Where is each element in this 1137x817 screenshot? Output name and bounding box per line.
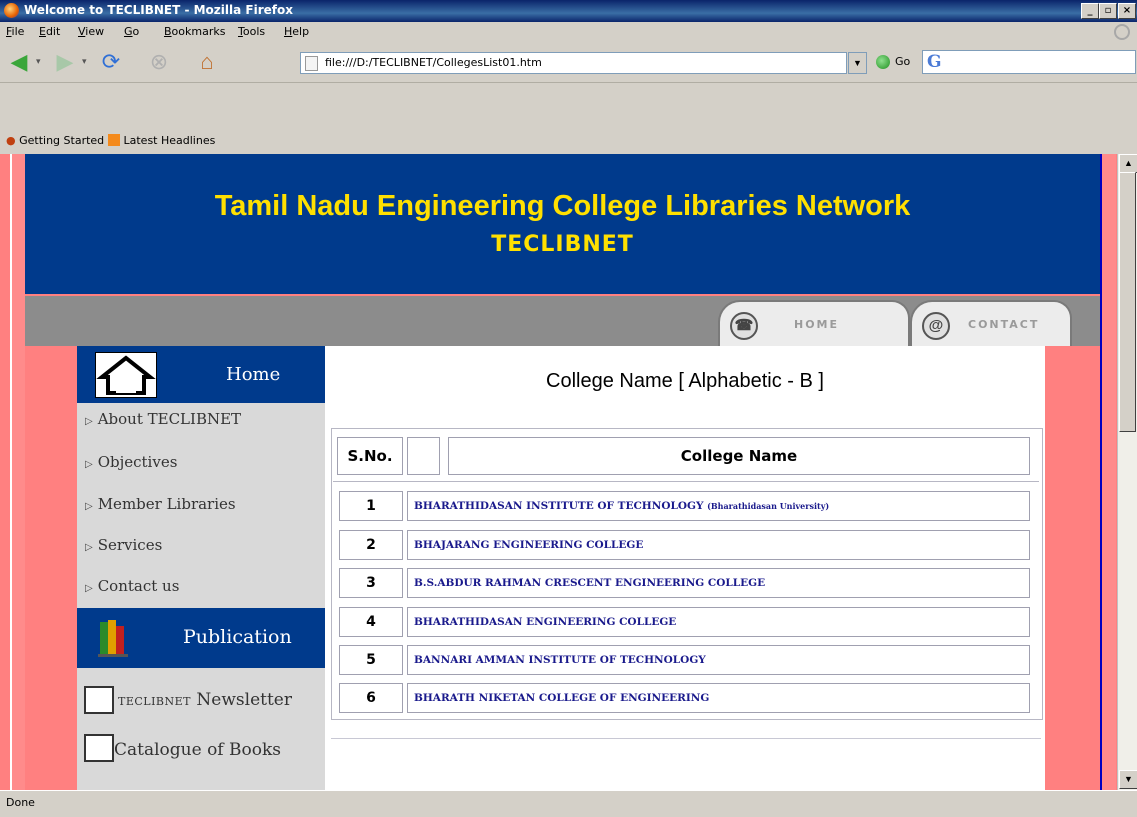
row-college-link[interactable]: B.S.ABDUR RAHMAN CRESCENT ENGINEERING CO… (407, 568, 1030, 598)
sidebar-item-member-libraries[interactable]: ▷ Member Libraries (85, 495, 236, 513)
triangle-right-icon: ▷ (85, 416, 93, 427)
menu-bar: File Edit View Go Bookmarks Tools Help (0, 22, 1137, 42)
search-input[interactable]: G (922, 50, 1136, 74)
rss-feed-icon (108, 134, 120, 146)
book-icon (84, 686, 114, 714)
minimize-button[interactable]: _ (1081, 3, 1099, 19)
navigation-toolbar: ◀ ▾ ▶ ▾ ⟳ ⊗ ⌂ file:///D:/TECLIBNET/Colle… (0, 42, 1137, 83)
books-icon (96, 618, 132, 658)
page-left-margin (12, 154, 25, 790)
book-icon (84, 734, 114, 762)
header-sno: S.No. (337, 437, 403, 475)
menu-file[interactable]: File (6, 25, 24, 38)
tab-home-label: HOME (794, 318, 840, 331)
url-text: file:///D:/TECLIBNET/CollegesList01.htm (325, 56, 542, 69)
house-icon[interactable] (95, 352, 157, 398)
triangle-right-icon: ▷ (85, 542, 93, 553)
page-right-margin (1102, 154, 1116, 790)
page-icon (305, 56, 318, 71)
phone-icon: ☎ (730, 312, 758, 340)
menu-tools[interactable]: Tools (238, 25, 265, 38)
sidebar-item-newsletter[interactable]: TECLIBNET Newsletter (118, 690, 292, 710)
row-sno: 4 (339, 607, 403, 637)
scrollbar-thumb[interactable] (1119, 172, 1136, 432)
triangle-right-icon: ▷ (85, 459, 93, 470)
site-title: Tamil Nadu Engineering College Libraries… (214, 190, 911, 222)
row-college-link[interactable]: BANNARI AMMAN INSTITUTE OF TECHNOLOGY (407, 645, 1030, 675)
status-text: Done (6, 796, 35, 809)
sidebar-item-objectives[interactable]: ▷ Objectives (85, 453, 177, 471)
throbber-icon (1114, 24, 1130, 40)
reload-icon[interactable]: ⟳ (98, 49, 124, 75)
stop-icon[interactable]: ⊗ (146, 49, 172, 75)
url-input[interactable]: file:///D:/TECLIBNET/CollegesList01.htm (300, 52, 847, 74)
sidebar-item-services[interactable]: ▷ Services (85, 536, 162, 554)
window-title-bar[interactable]: Welcome to TECLIBNET - Mozilla Firefox _… (0, 0, 1137, 22)
row-sno: 5 (339, 645, 403, 675)
tab-home[interactable]: ☎ HOME (718, 300, 910, 346)
row-college-link[interactable]: BHARATHIDASAN ENGINEERING COLLEGE (407, 607, 1030, 637)
header-college-name: College Name (448, 437, 1030, 475)
tab-contact-label: CONTACT (968, 318, 1040, 331)
firefox-bookmark-icon: ● (6, 134, 16, 147)
page-title: College Name [ Alphabetic - B ] (546, 370, 824, 392)
row-sno: 6 (339, 683, 403, 713)
menu-help[interactable]: Help (284, 25, 309, 38)
vertical-scrollbar[interactable]: ▲ ▼ (1117, 154, 1137, 790)
menu-go[interactable]: Go (124, 25, 139, 38)
header-spacer (407, 437, 440, 475)
menu-edit[interactable]: Edit (39, 25, 60, 38)
sidebar-home-label[interactable]: Home (226, 364, 280, 385)
triangle-right-icon: ▷ (85, 583, 93, 594)
status-bar: Done (0, 790, 1137, 817)
scroll-up-icon[interactable]: ▲ (1119, 154, 1137, 173)
firefox-icon (4, 3, 19, 18)
row-sno: 1 (339, 491, 403, 521)
tab-contact[interactable]: @ CONTACT (910, 300, 1072, 346)
sidebar-item-catalogue[interactable]: Catalogue of Books (114, 740, 281, 760)
triangle-right-icon: ▷ (85, 501, 93, 512)
home-icon[interactable]: ⌂ (194, 49, 220, 75)
window-title: Welcome to TECLIBNET - Mozilla Firefox (24, 3, 293, 17)
close-button[interactable]: × (1118, 3, 1136, 19)
sidebar-publication-label[interactable]: Publication (183, 626, 292, 648)
row-college-link[interactable]: BHARATHIDASAN INSTITUTE OF TECHNOLOGY (B… (407, 491, 1030, 521)
site-acronym: TECLIBNET (491, 232, 634, 257)
sidebar-item-contact[interactable]: ▷ Contact us (85, 577, 179, 595)
maximize-button[interactable]: ▫ (1099, 3, 1117, 19)
content-divider (331, 738, 1041, 739)
forward-history-dropdown-icon[interactable]: ▾ (82, 56, 87, 67)
menu-view[interactable]: View (78, 25, 104, 38)
bookmark-latest-headlines[interactable]: Latest Headlines (108, 134, 215, 147)
bookmarks-toolbar: ● Getting Started Latest Headlines (0, 130, 1137, 154)
back-arrow-icon[interactable]: ◀ (6, 49, 32, 75)
row-college-link[interactable]: BHAJARANG ENGINEERING COLLEGE (407, 530, 1030, 560)
go-button[interactable]: Go (895, 55, 910, 68)
row-sno: 2 (339, 530, 403, 560)
row-sno: 3 (339, 568, 403, 598)
bookmark-getting-started[interactable]: ● Getting Started (6, 134, 104, 147)
row-college-link[interactable]: BHARATH NIKETAN COLLEGE OF ENGINEERING (407, 683, 1030, 713)
scroll-down-icon[interactable]: ▼ (1119, 770, 1137, 789)
header-divider (333, 481, 1039, 482)
menu-bookmarks[interactable]: Bookmarks (164, 25, 225, 38)
sidebar-item-about[interactable]: ▷ About TECLIBNET (85, 410, 241, 428)
at-sign-icon: @ (922, 312, 950, 340)
forward-arrow-icon[interactable]: ▶ (52, 49, 78, 75)
back-history-dropdown-icon[interactable]: ▾ (36, 56, 41, 67)
google-search-icon[interactable]: G (927, 52, 942, 72)
go-icon[interactable] (876, 55, 890, 69)
url-dropdown-button[interactable]: ▼ (848, 52, 867, 74)
site-header (25, 154, 1100, 294)
